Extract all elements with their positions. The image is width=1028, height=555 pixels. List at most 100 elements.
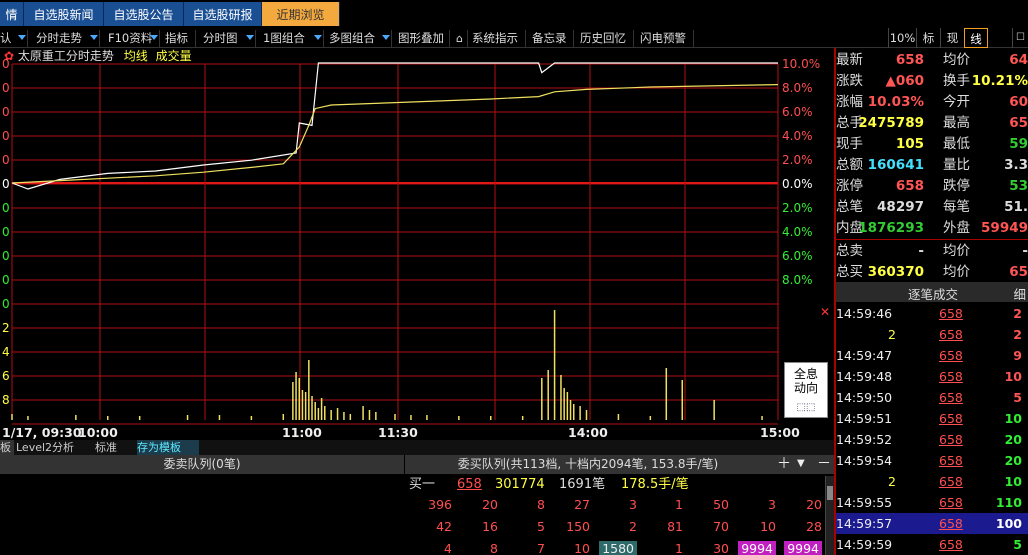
trade-time: 14:59:46 (836, 306, 893, 321)
lock-icon[interactable]: ⌂ (452, 30, 468, 47)
quote-value: 658 (895, 178, 924, 194)
tab-watchlist-news[interactable]: 自选股新闻 (24, 2, 104, 26)
trade-price: 658 (939, 306, 963, 321)
toolbar-10pct[interactable]: 10% (888, 28, 916, 48)
quote-row: 最新 658 均价 64 (836, 50, 1028, 71)
toolbar-chart[interactable]: 分时图 (198, 30, 256, 47)
trade-row[interactable]: 2 658 2 (836, 324, 1028, 345)
toolbar-indicator[interactable]: 指标 (160, 30, 196, 47)
queue-cell: 7 (537, 541, 545, 555)
quote-label: 均价 (943, 243, 970, 259)
toolbar-intraday[interactable]: 分时走势 (30, 30, 100, 47)
trade-price: 658 (939, 327, 963, 342)
toolbar-recognize[interactable]: 认 (0, 30, 28, 47)
pct-tick: 4.0% (782, 129, 813, 143)
tab-standard[interactable]: 标准 (95, 440, 129, 455)
quote-label: 均价 (943, 264, 970, 280)
left-tick: 0 (2, 129, 10, 143)
pct-tick: 2.0% (782, 201, 813, 215)
intraday-chart[interactable]: 10.0% 8.0% 6.0% 4.0% 2.0% 0.0% 2.0% 4.0% 6.0% 8.0… (0, 48, 834, 440)
quote-label: 总卖 (836, 243, 863, 259)
scroll-thumb[interactable] (827, 486, 833, 500)
quote-value: 51. (1004, 199, 1028, 215)
quote-value: 10.21% (971, 73, 1028, 89)
trades-title: 逐笔成交 (908, 287, 959, 302)
trade-row[interactable]: 14:59:46 658 2 (836, 303, 1028, 324)
trade-price: 658 (939, 537, 963, 552)
quote-row: 涨幅 10.03% 今开 60 (836, 92, 1028, 113)
quote-label: 均价 (943, 52, 970, 68)
toolbar-mark[interactable]: 标 (916, 28, 940, 48)
queue-cell: 70 (713, 519, 729, 534)
trade-row[interactable]: 2 658 10 (836, 471, 1028, 492)
trade-price: 658 (939, 474, 963, 489)
toolbar-alert[interactable]: 闪电预警 (636, 30, 694, 47)
toolbar-multi-combo[interactable]: 多图组合 (324, 30, 392, 47)
quote-value: ▲060 (885, 73, 924, 89)
trade-time: 14:59:51 (836, 411, 893, 426)
quote-value: - (1022, 243, 1028, 259)
trade-row[interactable]: 14:59:59 658 5 (836, 534, 1028, 555)
trade-row[interactable]: 14:59:52 658 20 (836, 429, 1028, 450)
quote-value: 59949 (981, 220, 1028, 236)
quote-value: 160641 (867, 157, 924, 173)
toolbar-system[interactable]: 系统指示 (468, 30, 526, 47)
trade-row[interactable]: 14:59:47 658 9 (836, 345, 1028, 366)
toolbar-one-combo[interactable]: 1图组合 (258, 30, 324, 47)
quote-value: 48297 (877, 199, 924, 215)
toolbar-extra[interactable]: ☐ (1012, 28, 1028, 48)
full-info-button[interactable]: 全息 动向 ⬚⬚ (784, 362, 828, 418)
tab-recent-browse[interactable]: 近期浏览 (262, 2, 340, 26)
left-tick: 0 (2, 177, 10, 191)
queue-cell: 150 (566, 519, 590, 534)
trade-row[interactable]: 14:59:51 658 10 (836, 408, 1028, 429)
trade-price: 658 (939, 348, 963, 363)
queue-cell: 10 (574, 541, 590, 555)
queue-collapse-button[interactable]: ＋ ▼ － (771, 455, 834, 474)
queue-cell: 20 (482, 497, 498, 512)
quote-value: 10.03% (867, 94, 924, 110)
quote-label: 外盘 (943, 220, 970, 236)
trade-volume: 5 (1013, 390, 1022, 405)
trade-row[interactable]: 14:59:54 658 20 (836, 450, 1028, 471)
trade-row[interactable]: 14:59:55 658 110 (836, 492, 1028, 513)
trade-row[interactable]: 14:59:50 658 5 (836, 387, 1028, 408)
queue-cell: 9994 (738, 541, 776, 555)
quote-label: 涨停 (836, 178, 863, 194)
trades-detail-tab[interactable]: 细 (1013, 284, 1026, 303)
pct-tick: 4.0% (782, 225, 813, 239)
tab-board[interactable]: 板 (0, 440, 14, 455)
trade-volume: 5 (1013, 537, 1022, 552)
menu-icon[interactable]: ▼ (797, 455, 805, 473)
toolbar-f10[interactable]: F10资料 (102, 30, 160, 47)
buy-queue-header: 委买队列(共113档, 十档内2094笔, 153.8手/笔) (405, 455, 771, 474)
toolbar-overlay[interactable]: 图形叠加 (394, 30, 450, 47)
toolbar-line[interactable]: 线 (964, 28, 988, 48)
quote-row: 总卖 - 均价 - (836, 241, 1028, 262)
tab-partial[interactable]: 情 (0, 2, 24, 26)
quote-label: 换手 (943, 73, 970, 89)
queue-cell: 8 (490, 541, 498, 555)
tab-level2[interactable]: Level2分析 (16, 440, 80, 455)
minus-icon[interactable]: － (817, 455, 831, 473)
trade-row[interactable]: 14:59:57 658 100 (836, 513, 1028, 534)
buy1-average: 178.5手/笔 (621, 477, 689, 492)
toolbar-history[interactable]: 历史回忆 (576, 30, 634, 47)
queue-row: 42 16 5 150 2 81 70 10 28 (0, 519, 834, 537)
tab-save-template[interactable]: 存为模板 (137, 440, 199, 455)
toolbar-memo[interactable]: 备忘录 (528, 30, 574, 47)
queue-cell: 10 (760, 519, 776, 534)
tab-watchlist-research[interactable]: 自选股研报 (184, 2, 262, 26)
trade-volume: 100 (995, 516, 1022, 531)
close-icon[interactable]: ✕ (820, 305, 830, 319)
trade-row[interactable]: 14:59:48 658 10 (836, 366, 1028, 387)
queue-cell: 50 (713, 497, 729, 512)
queue-cell: 396 (428, 497, 452, 512)
toolbar-now[interactable]: 现 (940, 28, 964, 48)
trade-volume: 10 (1004, 474, 1022, 489)
tab-watchlist-announcements[interactable]: 自选股公告 (104, 2, 184, 26)
left-tick: 0 (2, 105, 10, 119)
queue-scrollbar[interactable] (825, 476, 834, 555)
plus-icon[interactable]: ＋ (777, 455, 791, 473)
left-tick: 8 (2, 393, 10, 407)
